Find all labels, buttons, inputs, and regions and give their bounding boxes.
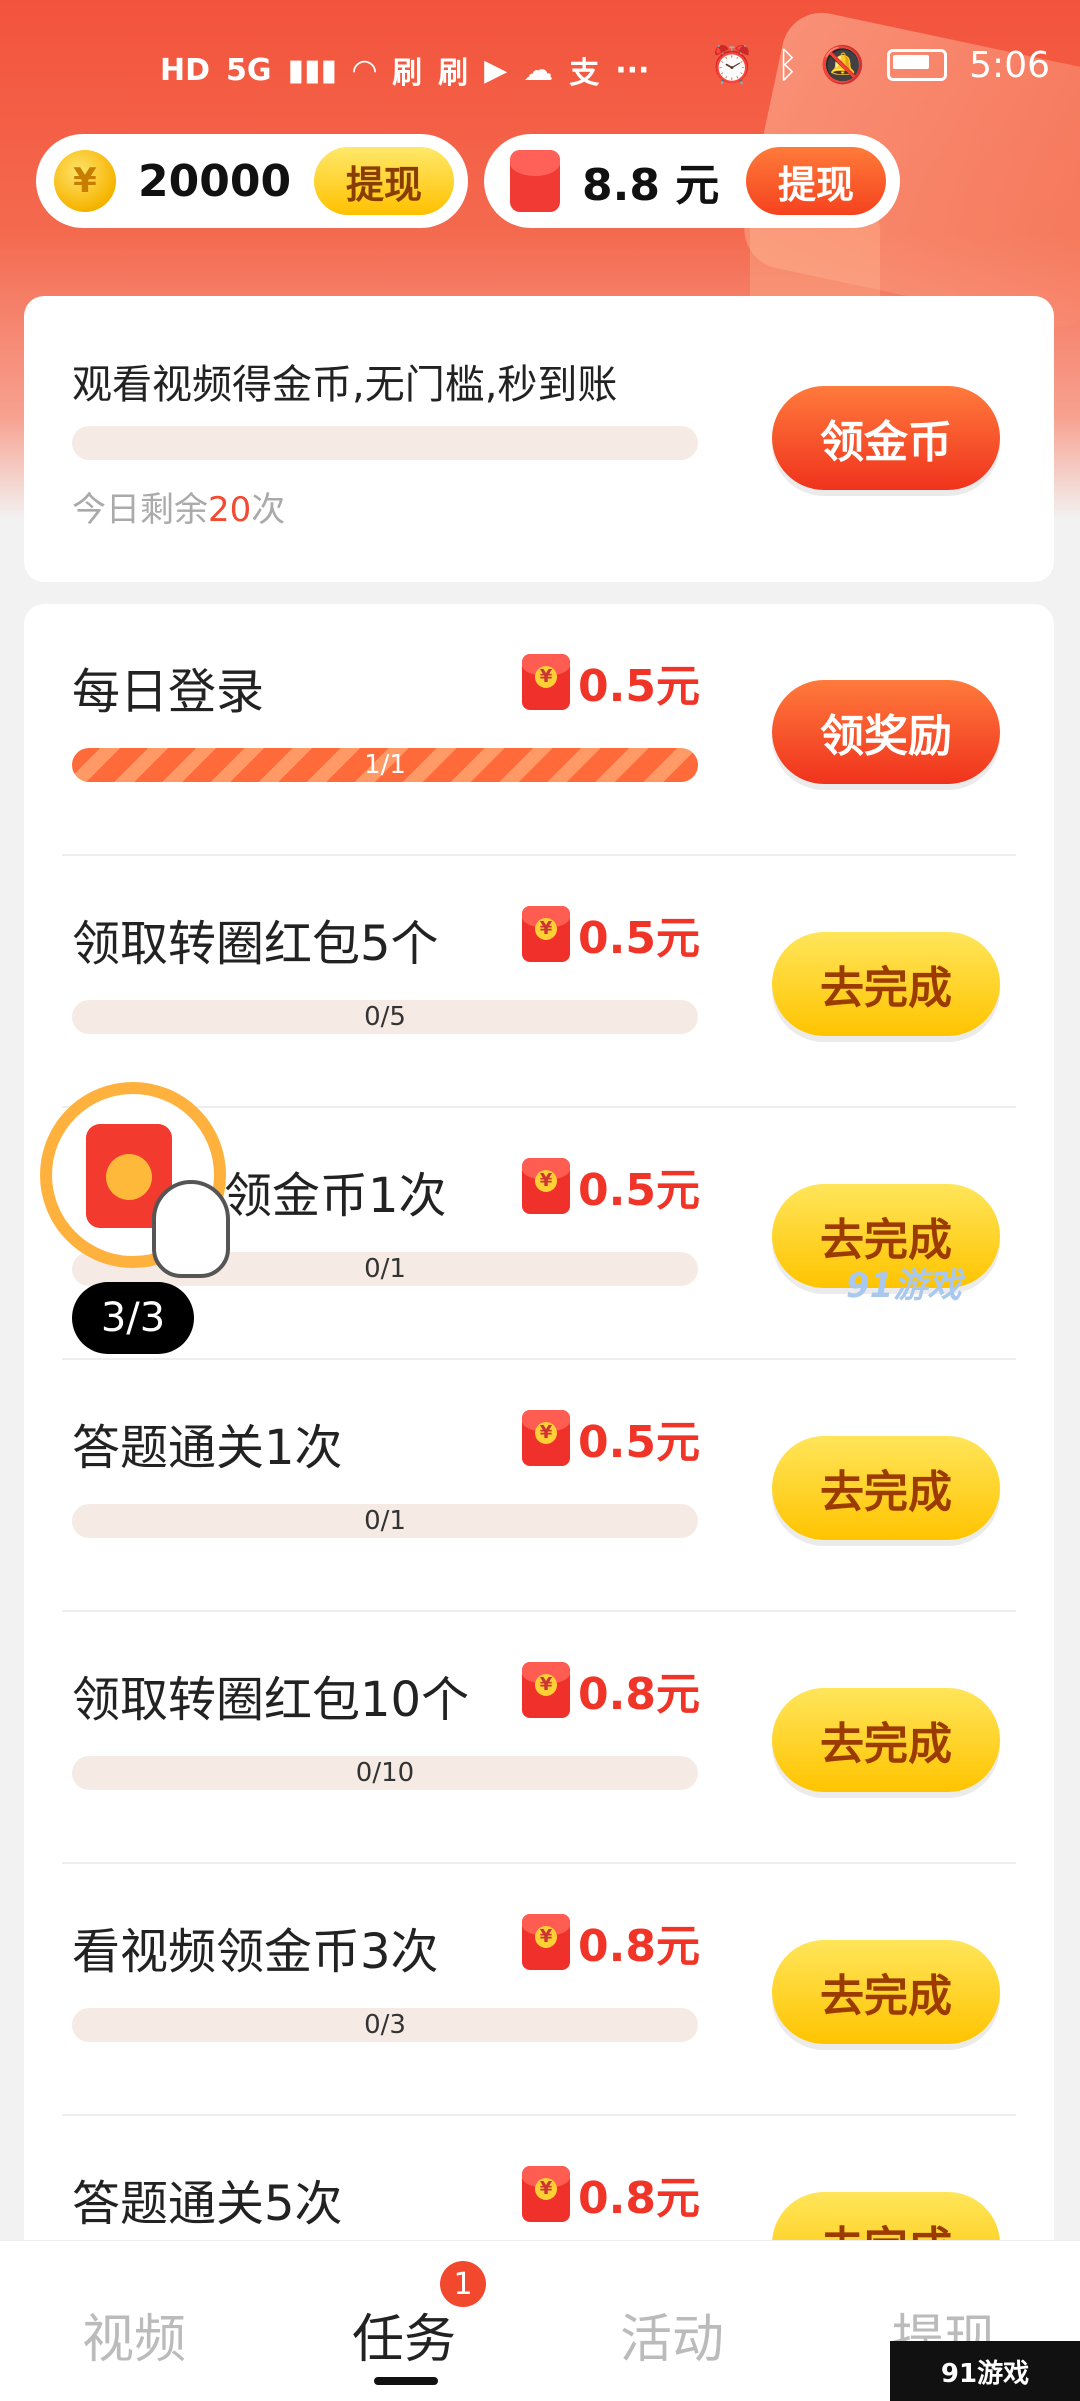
task-reward: 0.8元 — [522, 2162, 700, 2226]
task-title: 看视频领金币3次 — [72, 1924, 439, 1980]
task-progress-text: 0/3 — [364, 2010, 406, 2040]
task-progress-text: 0/5 — [364, 1002, 406, 1032]
coin-balance: ¥ 20000 提现 — [36, 134, 468, 228]
reward-amount: 0.8元 — [578, 1921, 700, 1972]
coin-withdraw-button[interactable]: 提现 — [314, 147, 454, 215]
cloud-app-icon: ☁ — [523, 52, 554, 88]
corner-watermark: 91游戏 — [890, 2341, 1080, 2401]
remaining-suffix: 次 — [251, 490, 286, 530]
video-task-title: 观看视频得金币,无门槛,秒到账 — [72, 362, 618, 408]
nav-tab-tasks[interactable]: 任务 — [352, 2297, 456, 2372]
bottom-nav: 视频 任务 1 活动 提现 91游戏 — [0, 2240, 1080, 2401]
red-envelope-icon — [522, 1158, 570, 1214]
task-progress-text: 0/1 — [364, 1506, 406, 1536]
gold-coin-icon: ¥ — [54, 150, 116, 212]
red-envelope-icon — [522, 654, 570, 710]
task-title: 答题通关5次 — [72, 2176, 343, 2232]
reward-amount: 0.5元 — [578, 1417, 700, 1468]
task-reward: 0.5元 — [522, 650, 700, 714]
red-envelope-icon — [522, 1410, 570, 1466]
cash-withdraw-button[interactable]: 提现 — [746, 147, 886, 215]
task-progress-text: 1/1 — [364, 750, 406, 780]
task-title: 领取转圈红包10个 — [72, 1672, 470, 1728]
app-notification-icon: 刷 — [438, 56, 469, 91]
more-notifications-icon: ··· — [615, 52, 650, 88]
red-envelope-icon — [522, 906, 570, 962]
hd-icon: HD — [160, 52, 211, 88]
alipay-icon: 支 — [569, 56, 600, 91]
battery-icon — [887, 49, 948, 81]
red-envelope-icon — [522, 1662, 570, 1718]
cash-amount: 8.8 元 — [582, 160, 720, 211]
video-progress-bar — [72, 426, 698, 460]
task-reward: 0.5元 — [522, 1406, 700, 1470]
task-row: 领取转圈红包5个 0.5元 0/5 去完成 — [24, 856, 1054, 1108]
watermark-logo: 91游戏 — [846, 1266, 962, 1306]
remaining-count: 今日剩余20次 — [72, 482, 285, 531]
nav-tab-activity[interactable]: 活动 — [620, 2297, 724, 2372]
red-envelope-icon — [510, 150, 560, 212]
claim-coins-button[interactable]: 领金币 — [772, 386, 1000, 490]
wifi-icon: ◠ — [353, 52, 377, 88]
mute-icon: 🔕 — [820, 45, 866, 86]
task-reward: 0.5元 — [522, 1154, 700, 1218]
status-left-icons: HD 5G ▮▮▮ ◠ 刷 刷 ▶ ☁ 支 ··· — [160, 48, 649, 92]
reward-amount: 0.5元 — [578, 913, 700, 964]
signal-5g-icon: 5G — [226, 52, 272, 88]
reward-amount: 0.8元 — [578, 1669, 700, 1720]
claim-reward-button[interactable]: 领奖励 — [772, 680, 1000, 784]
go-complete-button[interactable]: 去完成 — [772, 1940, 1000, 2044]
task-reward: 0.5元 — [522, 902, 700, 966]
task-list: 每日登录 0.5元 1/1 领奖励 领取转圈红包5个 0.5元 0/5 去完成 … — [24, 604, 1054, 2304]
go-complete-button[interactable]: 去完成 — [772, 932, 1000, 1036]
alarm-icon: ⏰ — [709, 45, 755, 86]
status-bar: HD 5G ▮▮▮ ◠ 刷 刷 ▶ ☁ 支 ··· ⏰ ᛒ 🔕 5:06 — [0, 0, 1080, 130]
signal-bars-icon: ▮▮▮ — [287, 52, 338, 88]
pointing-hand-icon — [152, 1180, 230, 1278]
bluetooth-icon: ᛒ — [776, 44, 799, 86]
task-row: 看视频领金币3次 0.8元 0/3 去完成 — [24, 1864, 1054, 2116]
task-title: 领取转圈红包5个 — [72, 916, 439, 972]
app-notification-icon: 刷 — [392, 56, 423, 91]
task-title: 每日登录 — [72, 664, 265, 720]
reward-amount: 0.5元 — [578, 1165, 700, 1216]
task-progress-text: 0/10 — [355, 1758, 415, 1788]
task-row: 领取转圈红包10个 0.8元 0/10 去完成 — [24, 1612, 1054, 1864]
video-task-card: 观看视频得金币,无门槛,秒到账 今日剩余20次 领金币 — [24, 296, 1054, 582]
task-title: 答题通关1次 — [72, 1420, 343, 1476]
reward-amount: 0.5元 — [578, 661, 700, 712]
task-row: 每日登录 0.5元 1/1 领奖励 — [24, 604, 1054, 856]
remaining-prefix: 今日剩余 — [72, 490, 208, 530]
active-tab-indicator — [374, 2377, 438, 2385]
coin-amount: 20000 — [138, 155, 292, 207]
task-reward: 0.8元 — [522, 1658, 700, 1722]
remaining-number: 20 — [208, 490, 252, 530]
go-complete-button[interactable]: 去完成 — [772, 1436, 1000, 1540]
task-reward: 0.8元 — [522, 1910, 700, 1974]
go-complete-button[interactable]: 去完成 — [772, 1688, 1000, 1792]
cash-balance: 8.8 元 提现 — [484, 134, 900, 228]
floating-red-envelope-button[interactable] — [40, 1082, 230, 1278]
red-envelope-icon — [522, 2166, 570, 2222]
notification-badge: 1 — [440, 2261, 486, 2307]
floating-counter: 3/3 — [72, 1282, 194, 1354]
video-app-icon: ▶ — [484, 52, 508, 88]
status-right-icons: ⏰ ᛒ 🔕 5:06 — [709, 44, 1050, 87]
reward-amount: 0.8元 — [578, 2173, 700, 2224]
nav-tab-video[interactable]: 视频 — [82, 2297, 186, 2372]
task-row: 答题通关1次 0.5元 0/1 去完成 — [24, 1360, 1054, 1612]
clock-time: 5:06 — [969, 44, 1050, 86]
red-envelope-icon — [522, 1914, 570, 1970]
task-title: 领金币1次 — [224, 1168, 447, 1224]
